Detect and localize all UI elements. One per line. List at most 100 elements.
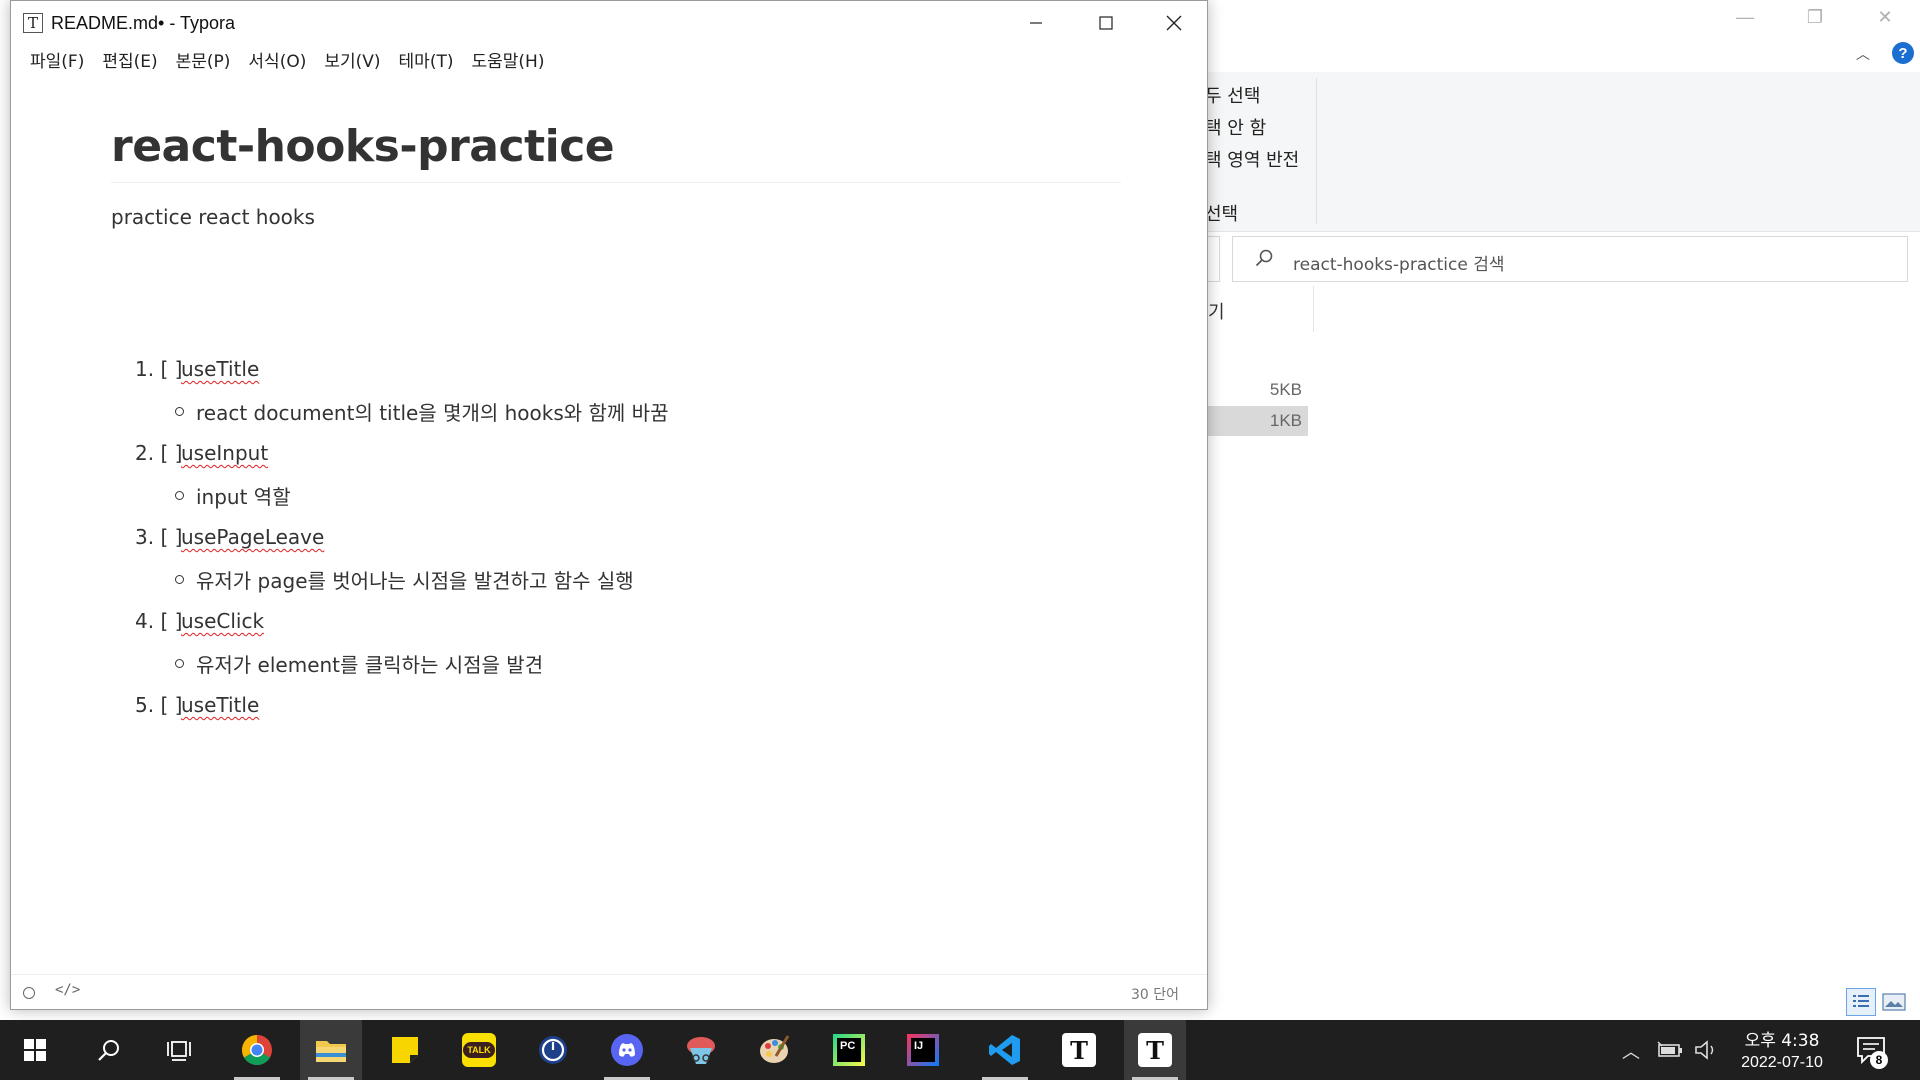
snipping-tool-icon xyxy=(687,1037,715,1064)
list-item[interactable]: 2. [ ] useInput xyxy=(111,435,1111,477)
list-item[interactable]: 3. [ ] usePageLeave xyxy=(111,519,1111,561)
hook-description[interactable]: 유저가 page를 벗어나는 시점을 발견하고 함수 실행 xyxy=(196,565,634,594)
bullet-icon xyxy=(175,491,184,500)
bullet-icon xyxy=(175,575,184,584)
taskbar-paint[interactable] xyxy=(744,1020,806,1080)
search-icon xyxy=(98,1040,119,1061)
pycharm-label: PC xyxy=(837,1038,861,1062)
typora-icon: T xyxy=(1062,1033,1096,1067)
task-view-button[interactable] xyxy=(148,1020,210,1080)
explorer-restore-button[interactable]: ❐ xyxy=(1780,0,1850,34)
volume-icon[interactable] xyxy=(1694,1039,1720,1061)
file-size-cell-selected[interactable]: 1KB xyxy=(1208,406,1308,436)
battery-icon[interactable] xyxy=(1656,1040,1684,1060)
list-item[interactable]: 5. [ ] useTitle xyxy=(111,687,1111,729)
taskbar-clock-app[interactable] xyxy=(522,1020,584,1080)
file-size-cell[interactable]: 5KB xyxy=(1208,375,1308,405)
search-placeholder: react-hooks-practice 검색 xyxy=(1293,255,1505,275)
taskbar-pycharm[interactable]: PC xyxy=(818,1020,880,1080)
ribbon-select-all[interactable]: 두 선택 xyxy=(1205,82,1260,108)
clock-time[interactable]: 오후 4:38 xyxy=(1722,1026,1842,1051)
menu-format[interactable]: 서식(O) xyxy=(239,45,315,75)
file-explorer-icon xyxy=(316,1041,346,1062)
paint-icon xyxy=(760,1035,790,1063)
status-bar: </> 30 단어 xyxy=(11,974,1207,1010)
typora-app-icon: T xyxy=(23,13,43,33)
taskbar-typora[interactable]: T xyxy=(1048,1020,1110,1080)
list-number: 4. [ ] xyxy=(135,609,183,633)
ribbon-collapse-icon[interactable]: ︿ xyxy=(1856,44,1870,64)
maximize-icon xyxy=(1099,16,1113,30)
sub-list-item[interactable]: input 역할 xyxy=(111,477,1111,519)
hook-description[interactable]: 유저가 element를 클릭하는 시점을 발견 xyxy=(196,649,543,678)
sub-list-item[interactable]: 유저가 page를 벗어나는 시점을 발견하고 함수 실행 xyxy=(111,561,1111,603)
column-divider[interactable] xyxy=(1313,286,1314,332)
outline-toggle-icon[interactable] xyxy=(23,987,35,999)
taskbar-search-button[interactable] xyxy=(78,1020,140,1080)
ribbon-invert-selection[interactable]: 택 영역 반전 xyxy=(1205,146,1299,172)
hook-description[interactable]: input 역할 xyxy=(196,481,291,510)
hook-name[interactable]: useClick xyxy=(181,609,264,633)
menu-file[interactable]: 파일(F) xyxy=(21,45,93,75)
document-heading[interactable]: react-hooks-practice xyxy=(111,121,1121,183)
taskbar-vscode[interactable] xyxy=(974,1020,1036,1080)
list-number: 5. [ ] xyxy=(135,693,183,717)
menu-edit[interactable]: 편집(E) xyxy=(93,45,166,75)
source-code-mode-icon[interactable]: </> xyxy=(55,982,80,998)
task-list[interactable]: 1. [ ] useTitle react document의 title을 몇… xyxy=(111,351,1111,729)
maximize-button[interactable] xyxy=(1071,1,1141,45)
help-icon[interactable]: ? xyxy=(1892,42,1914,64)
hook-description[interactable]: react document의 title을 몇개의 hooks와 함께 바꿈 xyxy=(196,397,669,426)
list-item[interactable]: 4. [ ] useClick xyxy=(111,603,1111,645)
minimize-button[interactable] xyxy=(1001,1,1071,45)
ribbon-select-none[interactable]: 택 안 함 xyxy=(1205,114,1266,140)
taskbar-chrome[interactable] xyxy=(226,1020,288,1080)
clock-date[interactable]: 2022-07-10 xyxy=(1722,1054,1842,1072)
pycharm-icon: PC xyxy=(833,1034,865,1066)
large-icons-view-icon[interactable] xyxy=(1882,992,1906,1012)
hook-name[interactable]: useTitle xyxy=(181,693,259,717)
explorer-minimize-button[interactable]: — xyxy=(1710,0,1780,34)
ribbon-select-group-label: 선택 xyxy=(1205,204,1239,225)
taskbar-intellij[interactable]: IJ xyxy=(892,1020,954,1080)
taskbar-kakaotalk[interactable]: TALK xyxy=(448,1020,510,1080)
list-number: 2. [ ] xyxy=(135,441,183,465)
clock-app-icon xyxy=(539,1036,567,1064)
typora-label: T xyxy=(1146,1035,1164,1065)
taskbar-file-explorer[interactable] xyxy=(300,1020,362,1080)
explorer-close-button[interactable]: ✕ xyxy=(1850,0,1920,34)
taskbar-sticky-notes[interactable] xyxy=(374,1020,436,1080)
title-bar[interactable]: T README.md• - Typora xyxy=(11,1,1207,45)
explorer-window-controls: — ❐ ✕ xyxy=(1710,0,1920,34)
menu-view[interactable]: 보기(V) xyxy=(315,45,389,75)
menu-theme[interactable]: 테마(T) xyxy=(390,45,463,75)
word-count[interactable]: 30 단어 xyxy=(1131,984,1179,1004)
vscode-icon xyxy=(989,1035,1020,1065)
taskbar-snipping-tool[interactable] xyxy=(670,1020,732,1080)
list-item[interactable]: 1. [ ] useTitle xyxy=(111,351,1111,393)
sub-list-item[interactable]: 유저가 element를 클릭하는 시점을 발견 xyxy=(111,645,1111,687)
taskbar-typora-active[interactable]: T xyxy=(1124,1020,1186,1080)
editor-content[interactable]: react-hooks-practice practice react hook… xyxy=(111,121,1121,229)
hook-name[interactable]: useTitle xyxy=(181,357,259,381)
hook-name[interactable]: useInput xyxy=(181,441,268,465)
hook-name[interactable]: usePageLeave xyxy=(181,525,324,549)
bullet-icon xyxy=(175,407,184,416)
explorer-ribbon: 두 선택 택 안 함 택 영역 반전 선택 xyxy=(1200,72,1920,232)
start-button[interactable] xyxy=(4,1020,66,1080)
minimize-icon xyxy=(1030,22,1042,24)
sub-list-item[interactable]: react document의 title을 몇개의 hooks와 함께 바꿈 xyxy=(111,393,1111,435)
desktop: — ❐ ✕ ︿ ? 두 선택 택 안 함 택 영역 반전 선택 react-ho… xyxy=(0,0,1920,1080)
document-paragraph[interactable]: practice react hooks xyxy=(111,205,1121,229)
show-hidden-icons-icon[interactable]: ︿ xyxy=(1622,1038,1640,1064)
typora-window: T README.md• - Typora 파일(F) 편집(E) 본문(P) … xyxy=(10,0,1208,1010)
menu-paragraph[interactable]: 본문(P) xyxy=(167,45,240,75)
explorer-search-input[interactable]: react-hooks-practice 검색 xyxy=(1232,236,1908,282)
menu-help[interactable]: 도움말(H) xyxy=(462,45,553,75)
close-button[interactable] xyxy=(1139,1,1209,45)
intellij-icon: IJ xyxy=(907,1034,939,1066)
taskbar-discord[interactable] xyxy=(596,1020,658,1080)
details-view-icon xyxy=(1853,995,1869,1007)
column-header[interactable]: 기 xyxy=(1208,298,1225,324)
details-view-button[interactable] xyxy=(1846,988,1876,1016)
